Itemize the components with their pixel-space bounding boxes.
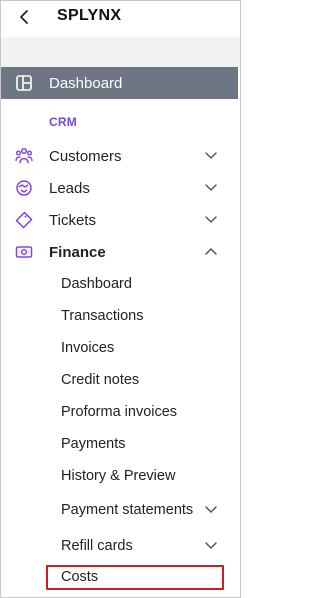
sidebar-item-tickets[interactable]: Tickets [1,205,238,235]
submenu-item-label: Proforma invoices [61,404,178,420]
submenu-item-dashboard[interactable]: Dashboard [1,269,238,299]
sidebar-panel: SPLYNX Dashboard CRM Customers Leads Tic… [0,0,241,598]
chevron-down-icon [205,542,217,550]
money-icon [15,246,33,258]
dashboard-icon [16,75,32,91]
sidebar-item-finance[interactable]: Finance [1,237,238,267]
ticket-icon [15,211,33,229]
chevron-down-icon [205,184,217,192]
submenu-item-refill-cards[interactable]: Refill cards [1,531,238,561]
app-title: SPLYNX [57,7,122,24]
sidebar-item-label: Leads [49,180,90,197]
sidebar-item-label: Tickets [49,212,96,229]
submenu-item-transactions[interactable]: Transactions [1,301,238,331]
submenu-item-label: Costs [61,569,99,585]
header-spacer [1,37,240,67]
submenu-item-label: Refill cards [61,538,133,554]
sidebar-item-dashboard[interactable]: Dashboard [1,67,238,99]
chevron-up-icon [205,247,217,255]
users-icon [15,147,33,164]
submenu-item-proforma-invoices[interactable]: Proforma invoices [1,397,238,427]
sidebar-item-customers[interactable]: Customers [1,141,238,171]
handshake-icon [16,180,32,196]
submenu-item-history-preview[interactable]: History & Preview [1,461,238,491]
submenu-item-invoices[interactable]: Invoices [1,333,238,363]
chevron-down-icon [205,216,217,224]
sidebar-item-label: Dashboard [49,75,123,92]
sidebar-item-label: Customers [49,148,122,165]
submenu-item-credit-notes[interactable]: Credit notes [1,365,238,395]
submenu-item-label: History & Preview [61,468,176,484]
chevron-down-icon [205,506,217,514]
submenu-item-label: Credit notes [61,372,140,388]
submenu-item-label: Payments [61,436,126,452]
submenu-item-label: Payment statements [61,502,194,518]
submenu-item-payments[interactable]: Payments [1,429,238,459]
submenu-item-label: Dashboard [61,276,132,292]
section-heading-crm: CRM [49,115,77,129]
sidebar-header: SPLYNX [1,1,240,37]
submenu-item-costs[interactable]: Costs [1,564,238,594]
chevron-left-icon[interactable] [16,8,34,26]
sidebar-item-leads[interactable]: Leads [1,173,238,203]
submenu-item-label: Transactions [61,308,144,324]
chevron-down-icon [205,152,217,160]
submenu-item-payment-statements[interactable]: Payment statements [1,495,238,525]
sidebar-item-label: Finance [49,244,106,261]
submenu-item-label: Invoices [61,340,115,356]
